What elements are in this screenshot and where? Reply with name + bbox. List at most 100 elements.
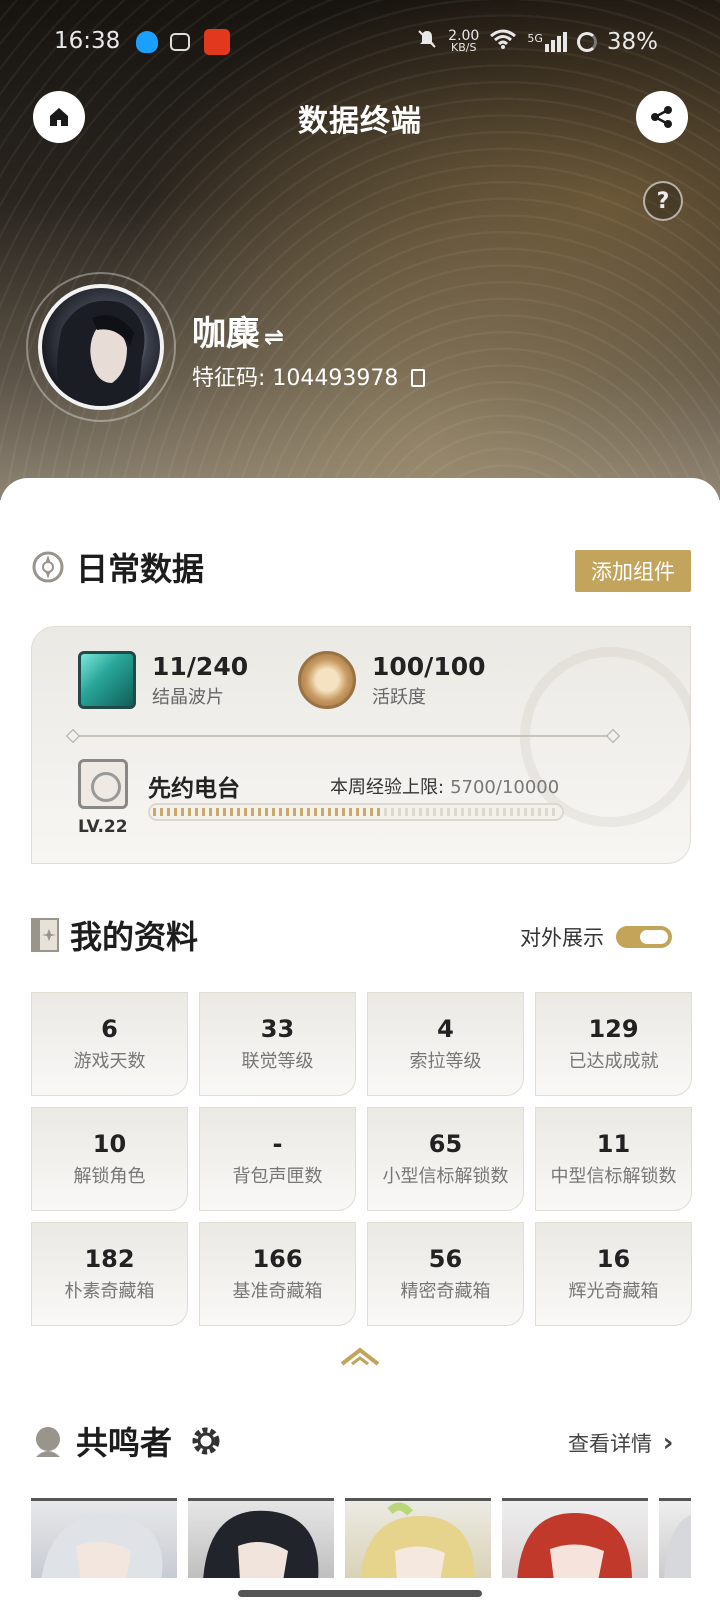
resonator-avatar-icon	[36, 1427, 60, 1457]
profile-stat-cell: 16 辉光奇藏箱	[535, 1222, 692, 1326]
profile-stat-label: 基准奇藏箱	[232, 1281, 323, 1302]
chevron-right-icon: ›	[662, 1428, 674, 1458]
profile-stat-label: 辉光奇藏箱	[568, 1281, 659, 1302]
listen-app-notification-icon	[204, 29, 230, 55]
resonators-title: 共鸣者	[76, 1424, 173, 1462]
network-type: 5G	[527, 32, 543, 45]
my-profile-title: 我的资料	[70, 918, 199, 956]
battery-percent: 38%	[606, 29, 658, 55]
view-details-link[interactable]: 查看详情 ›	[568, 1428, 673, 1458]
profile-stat-value: 65	[428, 1130, 463, 1158]
profile-stat-value: 182	[84, 1245, 135, 1273]
resonator-portrait	[664, 1515, 691, 1578]
profile-stat-cell: 166 基准奇藏箱	[199, 1222, 356, 1326]
resonator-card[interactable]	[659, 1498, 691, 1578]
profile-stat-value: 10	[92, 1130, 127, 1158]
waveplate-label: 结晶波片	[152, 686, 224, 708]
profile-stat-value: 33	[260, 1015, 295, 1043]
share-button[interactable]	[636, 91, 688, 143]
status-right: 2.00 KB/S 5G 38%	[416, 28, 658, 56]
username[interactable]: 咖麋 ⇌	[192, 306, 284, 355]
profile-stat-cell: 65 小型信标解锁数	[367, 1107, 524, 1211]
profile-stat-label: 朴素奇藏箱	[64, 1281, 155, 1302]
profile-stat-label: 背包声匣数	[232, 1166, 323, 1187]
public-display-toggle[interactable]	[616, 926, 672, 948]
profile-stat-value: 16	[596, 1245, 631, 1273]
weekly-exp-value: 5700/10000	[450, 777, 560, 798]
copy-icon[interactable]	[411, 369, 426, 387]
status-bar: 16:38 2.00 KB/S 5G 38%	[0, 22, 720, 62]
my-profile-header: 我的资料	[30, 910, 198, 960]
profile-stat-value: 166	[252, 1245, 303, 1273]
weekly-exp-progress	[148, 803, 564, 821]
profile-stat-label: 游戏天数	[73, 1051, 146, 1072]
resonator-card[interactable]	[31, 1498, 177, 1578]
help-icon: ?	[656, 188, 670, 214]
radio-icon	[78, 759, 128, 809]
mute-icon	[416, 28, 438, 56]
activity-stat[interactable]: 100/100 活跃度	[298, 651, 486, 709]
profile-stat-cell: 4 索拉等级	[367, 992, 524, 1096]
status-time: 16:38	[54, 28, 121, 54]
help-button[interactable]: ?	[643, 181, 683, 221]
profile-stat-cell: 129 已达成成就	[535, 992, 692, 1096]
profile-stat-cell: - 背包声匣数	[199, 1107, 356, 1211]
public-display-label: 对外展示	[520, 926, 604, 950]
uid-text: 特征码: 104493978	[192, 366, 399, 391]
activity-value: 100/100	[372, 651, 486, 681]
weekly-exp-progress-fill	[153, 808, 385, 816]
resonator-card[interactable]	[345, 1498, 491, 1578]
profile-stats-grid: 6 游戏天数 33 联觉等级 4 索拉等级 129 已达成成就 10 解锁角色 - 背包声匣数 65 小型…	[31, 992, 692, 1326]
username-text: 咖麋	[192, 314, 260, 354]
profile-stat-label: 中型信标解锁数	[550, 1166, 677, 1187]
waveplate-value: 11/240	[152, 651, 249, 681]
profile-book-icon	[31, 918, 59, 952]
daily-data-header: 日常数据	[30, 542, 204, 592]
switch-account-icon[interactable]: ⇌	[264, 323, 284, 351]
profile-stat-label: 索拉等级	[409, 1051, 482, 1072]
resonator-portrait	[360, 1502, 475, 1578]
radio-name: 先约电台	[148, 776, 240, 802]
settings-gear-icon[interactable]	[188, 1423, 224, 1459]
compass-icon	[298, 651, 356, 709]
weekly-exp-progress-rest	[384, 808, 559, 816]
add-widget-button[interactable]: 添加组件	[575, 550, 691, 592]
bilibili-notification-icon	[170, 33, 190, 51]
gesture-home-bar[interactable]	[238, 1590, 482, 1597]
weekly-exp: 本周经验上限: 5700/10000	[330, 773, 559, 799]
card-watermark	[520, 647, 690, 827]
daily-data-title: 日常数据	[76, 550, 205, 588]
uid-row: 特征码: 104493978	[192, 360, 426, 392]
collapse-arrow-icon[interactable]	[340, 1346, 380, 1366]
waveplate-stat[interactable]: 11/240 结晶波片	[78, 651, 248, 709]
profile-stat-value: 4	[437, 1015, 454, 1043]
profile-header-background	[0, 0, 720, 500]
avatar-portrait	[57, 300, 145, 406]
avatar[interactable]	[38, 284, 164, 410]
profile-stat-value: 129	[588, 1015, 639, 1043]
daily-data-icon	[32, 551, 64, 583]
resonator-list	[31, 1498, 691, 1578]
profile-stat-cell: 10 解锁角色	[31, 1107, 188, 1211]
network-speed-unit: KB/S	[451, 41, 477, 54]
resonator-portrait	[517, 1512, 632, 1578]
profile-stat-label: 小型信标解锁数	[382, 1166, 509, 1187]
radio-level: LV.22	[78, 817, 128, 837]
crystal-cube-icon	[78, 651, 136, 709]
page-title: 数据终端	[298, 104, 422, 139]
profile-stat-cell: 6 游戏天数	[31, 992, 188, 1096]
resonator-card[interactable]	[502, 1498, 648, 1578]
profile-stat-label: 已达成成就	[568, 1051, 659, 1072]
profile-stat-value: 56	[428, 1245, 463, 1273]
profile-stat-value: 11	[596, 1130, 631, 1158]
profile-stat-cell: 182 朴素奇藏箱	[31, 1222, 188, 1326]
share-icon	[651, 106, 672, 128]
wifi-icon	[489, 28, 517, 56]
activity-label: 活跃度	[372, 686, 426, 708]
qq-notification-icon	[136, 31, 158, 53]
network-speed: 2.00 KB/S	[448, 29, 479, 54]
resonator-card[interactable]	[188, 1498, 334, 1578]
profile-stat-value: -	[272, 1130, 283, 1158]
resonator-portrait	[41, 1515, 163, 1578]
weekly-exp-label: 本周经验上限:	[330, 777, 445, 798]
